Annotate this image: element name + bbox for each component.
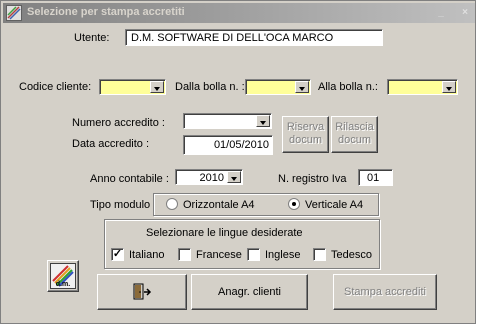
minimize-button[interactable]: _ [434,7,448,19]
inglese-checkbox[interactable] [247,248,260,261]
numero-accredito-label: Numero accredito : [72,117,165,129]
riserva-line2: docum [288,134,323,146]
verticale-radio[interactable] [288,198,300,210]
exit-door-icon [133,283,152,300]
tedesco-checkbox[interactable] [313,248,326,261]
main-window: Selezione per stampa accretiti _ × Utent… [0,0,476,324]
app-logo-icon [6,5,22,21]
dalla-bolla-label: Dalla bolla n. : [175,81,245,93]
exit-button[interactable] [97,274,187,310]
logo-button[interactable]: d.m. [47,260,79,292]
codice-cliente-dropdown[interactable] [99,79,166,95]
numero-accredito-dropdown[interactable] [183,113,272,129]
anagr-clienti-button[interactable]: Anagr. clienti [191,274,308,310]
close-button[interactable]: × [458,7,472,19]
verticale-label[interactable]: Verticale A4 [305,199,363,211]
window-title: Selezione per stampa accretiti [27,6,185,18]
utente-field[interactable]: D.M. SOFTWARE DI DELL'OCA MARCO [125,29,383,46]
inglese-label[interactable]: Inglese [265,249,300,261]
dalla-bolla-dropdown[interactable] [245,79,311,95]
chevron-down-icon[interactable] [150,81,164,93]
codice-cliente-label: Codice cliente: [19,81,92,93]
utente-value: D.M. SOFTWARE DI DELL'OCA MARCO [131,32,334,44]
anno-contabile-value: 2010 [199,172,224,184]
stampa-accrediti-button[interactable]: Stampa accrediti [333,274,437,310]
rilascia-docum-button[interactable]: Rilascia docum [331,116,378,153]
francese-checkbox[interactable] [178,248,191,261]
anno-contabile-label: Anno contabile : [90,173,169,185]
registro-iva-value: 01 [367,172,380,184]
registro-iva-field[interactable]: 01 [358,169,393,186]
italiano-checkbox[interactable]: ✓ [111,248,124,261]
chevron-down-icon[interactable] [256,115,270,127]
francese-label[interactable]: Francese [196,249,242,261]
chevron-down-icon[interactable] [442,81,456,93]
alla-bolla-label: Alla bolla n.: [318,81,378,93]
rilascia-line1: Rilascia [335,121,374,133]
title-bar[interactable]: Selezione per stampa accretiti _ × [3,3,475,23]
rilascia-line2: docum [337,134,372,146]
rainbow-logo-icon: d.m. [50,263,76,289]
tedesco-label[interactable]: Tedesco [331,249,372,261]
italiano-label[interactable]: Italiano [129,249,164,261]
orizzontale-label[interactable]: Orizzontale A4 [183,199,255,211]
alla-bolla-dropdown[interactable] [387,79,458,95]
tipo-modulo-label: Tipo modulo [90,199,151,211]
lingue-title: Selezionare le lingue desiderate [146,227,303,239]
chevron-down-icon[interactable] [295,81,309,93]
riserva-docum-button[interactable]: Riserva docum [282,116,329,153]
data-accredito-label: Data accredito : [72,138,150,150]
orizzontale-radio[interactable] [166,198,178,210]
riserva-line1: Riserva [286,121,325,133]
data-accredito-value: 01/05/2010 [213,139,269,151]
logo-text: d.m. [56,281,70,288]
utente-label: Utente: [74,32,110,44]
data-accredito-field[interactable]: 01/05/2010 [183,135,273,155]
anno-contabile-dropdown[interactable]: 2010 [175,169,243,185]
registro-iva-label: N. registro Iva [278,173,347,185]
chevron-down-icon[interactable] [227,171,241,183]
